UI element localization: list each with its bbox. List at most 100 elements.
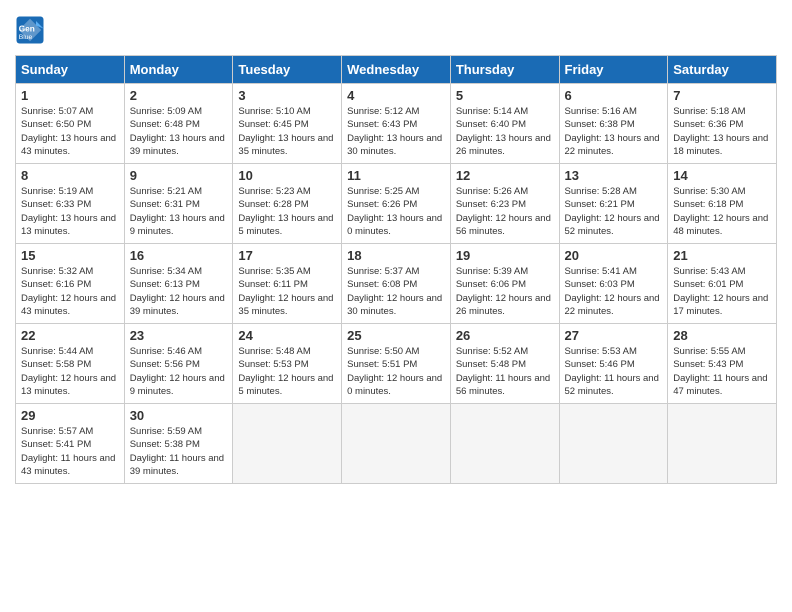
- day-info: Sunrise: 5:55 AMSunset: 5:43 PMDaylight:…: [673, 345, 771, 398]
- day-cell: 1 Sunrise: 5:07 AMSunset: 6:50 PMDayligh…: [16, 84, 125, 164]
- day-info: Sunrise: 5:46 AMSunset: 5:56 PMDaylight:…: [130, 345, 228, 398]
- day-cell: 9 Sunrise: 5:21 AMSunset: 6:31 PMDayligh…: [124, 164, 233, 244]
- day-number: 27: [565, 328, 663, 343]
- day-info: Sunrise: 5:44 AMSunset: 5:58 PMDaylight:…: [21, 345, 119, 398]
- day-number: 24: [238, 328, 336, 343]
- day-number: 23: [130, 328, 228, 343]
- svg-text:Gen: Gen: [19, 25, 35, 34]
- day-cell: 2 Sunrise: 5:09 AMSunset: 6:48 PMDayligh…: [124, 84, 233, 164]
- day-number: 20: [565, 248, 663, 263]
- day-cell: 17 Sunrise: 5:35 AMSunset: 6:11 PMDaylig…: [233, 244, 342, 324]
- logo: Gen Blue: [15, 15, 48, 45]
- day-cell: 6 Sunrise: 5:16 AMSunset: 6:38 PMDayligh…: [559, 84, 668, 164]
- col-thursday: Thursday: [450, 56, 559, 84]
- day-cell: 18 Sunrise: 5:37 AMSunset: 6:08 PMDaylig…: [342, 244, 451, 324]
- col-friday: Friday: [559, 56, 668, 84]
- day-info: Sunrise: 5:43 AMSunset: 6:01 PMDaylight:…: [673, 265, 771, 318]
- day-cell: 27 Sunrise: 5:53 AMSunset: 5:46 PMDaylig…: [559, 324, 668, 404]
- day-number: 29: [21, 408, 119, 423]
- day-number: 17: [238, 248, 336, 263]
- day-cell: 20 Sunrise: 5:41 AMSunset: 6:03 PMDaylig…: [559, 244, 668, 324]
- day-info: Sunrise: 5:14 AMSunset: 6:40 PMDaylight:…: [456, 105, 554, 158]
- day-number: 7: [673, 88, 771, 103]
- day-cell: 22 Sunrise: 5:44 AMSunset: 5:58 PMDaylig…: [16, 324, 125, 404]
- day-cell: 7 Sunrise: 5:18 AMSunset: 6:36 PMDayligh…: [668, 84, 777, 164]
- day-cell: 26 Sunrise: 5:52 AMSunset: 5:48 PMDaylig…: [450, 324, 559, 404]
- day-cell: 24 Sunrise: 5:48 AMSunset: 5:53 PMDaylig…: [233, 324, 342, 404]
- day-cell: [668, 404, 777, 484]
- day-cell: 8 Sunrise: 5:19 AMSunset: 6:33 PMDayligh…: [16, 164, 125, 244]
- page-container: Gen Blue Sunday Monday Tuesday Wednesday…: [15, 15, 777, 484]
- day-cell: [559, 404, 668, 484]
- day-cell: 15 Sunrise: 5:32 AMSunset: 6:16 PMDaylig…: [16, 244, 125, 324]
- day-info: Sunrise: 5:16 AMSunset: 6:38 PMDaylight:…: [565, 105, 663, 158]
- week-row-3: 15 Sunrise: 5:32 AMSunset: 6:16 PMDaylig…: [16, 244, 777, 324]
- day-info: Sunrise: 5:12 AMSunset: 6:43 PMDaylight:…: [347, 105, 445, 158]
- day-cell: 10 Sunrise: 5:23 AMSunset: 6:28 PMDaylig…: [233, 164, 342, 244]
- day-number: 25: [347, 328, 445, 343]
- day-number: 10: [238, 168, 336, 183]
- day-cell: 12 Sunrise: 5:26 AMSunset: 6:23 PMDaylig…: [450, 164, 559, 244]
- col-tuesday: Tuesday: [233, 56, 342, 84]
- day-cell: 11 Sunrise: 5:25 AMSunset: 6:26 PMDaylig…: [342, 164, 451, 244]
- day-info: Sunrise: 5:09 AMSunset: 6:48 PMDaylight:…: [130, 105, 228, 158]
- day-cell: [233, 404, 342, 484]
- week-row-2: 8 Sunrise: 5:19 AMSunset: 6:33 PMDayligh…: [16, 164, 777, 244]
- day-cell: 19 Sunrise: 5:39 AMSunset: 6:06 PMDaylig…: [450, 244, 559, 324]
- day-cell: 5 Sunrise: 5:14 AMSunset: 6:40 PMDayligh…: [450, 84, 559, 164]
- day-number: 15: [21, 248, 119, 263]
- day-info: Sunrise: 5:41 AMSunset: 6:03 PMDaylight:…: [565, 265, 663, 318]
- day-info: Sunrise: 5:21 AMSunset: 6:31 PMDaylight:…: [130, 185, 228, 238]
- day-number: 26: [456, 328, 554, 343]
- day-cell: [450, 404, 559, 484]
- day-info: Sunrise: 5:07 AMSunset: 6:50 PMDaylight:…: [21, 105, 119, 158]
- day-number: 28: [673, 328, 771, 343]
- col-sunday: Sunday: [16, 56, 125, 84]
- day-number: 2: [130, 88, 228, 103]
- day-number: 11: [347, 168, 445, 183]
- calendar-table: Sunday Monday Tuesday Wednesday Thursday…: [15, 55, 777, 484]
- day-info: Sunrise: 5:59 AMSunset: 5:38 PMDaylight:…: [130, 425, 228, 478]
- day-cell: 23 Sunrise: 5:46 AMSunset: 5:56 PMDaylig…: [124, 324, 233, 404]
- day-number: 9: [130, 168, 228, 183]
- day-number: 6: [565, 88, 663, 103]
- day-cell: 16 Sunrise: 5:34 AMSunset: 6:13 PMDaylig…: [124, 244, 233, 324]
- header-row: Sunday Monday Tuesday Wednesday Thursday…: [16, 56, 777, 84]
- day-cell: 3 Sunrise: 5:10 AMSunset: 6:45 PMDayligh…: [233, 84, 342, 164]
- day-number: 19: [456, 248, 554, 263]
- col-wednesday: Wednesday: [342, 56, 451, 84]
- day-number: 16: [130, 248, 228, 263]
- day-cell: 29 Sunrise: 5:57 AMSunset: 5:41 PMDaylig…: [16, 404, 125, 484]
- day-info: Sunrise: 5:35 AMSunset: 6:11 PMDaylight:…: [238, 265, 336, 318]
- day-number: 1: [21, 88, 119, 103]
- day-info: Sunrise: 5:19 AMSunset: 6:33 PMDaylight:…: [21, 185, 119, 238]
- week-row-4: 22 Sunrise: 5:44 AMSunset: 5:58 PMDaylig…: [16, 324, 777, 404]
- col-saturday: Saturday: [668, 56, 777, 84]
- day-number: 5: [456, 88, 554, 103]
- day-info: Sunrise: 5:10 AMSunset: 6:45 PMDaylight:…: [238, 105, 336, 158]
- day-info: Sunrise: 5:34 AMSunset: 6:13 PMDaylight:…: [130, 265, 228, 318]
- header: Gen Blue: [15, 15, 777, 45]
- day-info: Sunrise: 5:53 AMSunset: 5:46 PMDaylight:…: [565, 345, 663, 398]
- day-info: Sunrise: 5:57 AMSunset: 5:41 PMDaylight:…: [21, 425, 119, 478]
- day-info: Sunrise: 5:23 AMSunset: 6:28 PMDaylight:…: [238, 185, 336, 238]
- svg-text:Blue: Blue: [19, 34, 33, 41]
- day-number: 14: [673, 168, 771, 183]
- day-info: Sunrise: 5:37 AMSunset: 6:08 PMDaylight:…: [347, 265, 445, 318]
- day-number: 8: [21, 168, 119, 183]
- week-row-5: 29 Sunrise: 5:57 AMSunset: 5:41 PMDaylig…: [16, 404, 777, 484]
- day-info: Sunrise: 5:50 AMSunset: 5:51 PMDaylight:…: [347, 345, 445, 398]
- day-number: 21: [673, 248, 771, 263]
- day-number: 13: [565, 168, 663, 183]
- day-cell: 30 Sunrise: 5:59 AMSunset: 5:38 PMDaylig…: [124, 404, 233, 484]
- day-cell: 25 Sunrise: 5:50 AMSunset: 5:51 PMDaylig…: [342, 324, 451, 404]
- day-info: Sunrise: 5:32 AMSunset: 6:16 PMDaylight:…: [21, 265, 119, 318]
- day-cell: 28 Sunrise: 5:55 AMSunset: 5:43 PMDaylig…: [668, 324, 777, 404]
- day-number: 3: [238, 88, 336, 103]
- day-cell: 13 Sunrise: 5:28 AMSunset: 6:21 PMDaylig…: [559, 164, 668, 244]
- day-info: Sunrise: 5:25 AMSunset: 6:26 PMDaylight:…: [347, 185, 445, 238]
- day-number: 22: [21, 328, 119, 343]
- day-cell: [342, 404, 451, 484]
- day-cell: 14 Sunrise: 5:30 AMSunset: 6:18 PMDaylig…: [668, 164, 777, 244]
- day-info: Sunrise: 5:39 AMSunset: 6:06 PMDaylight:…: [456, 265, 554, 318]
